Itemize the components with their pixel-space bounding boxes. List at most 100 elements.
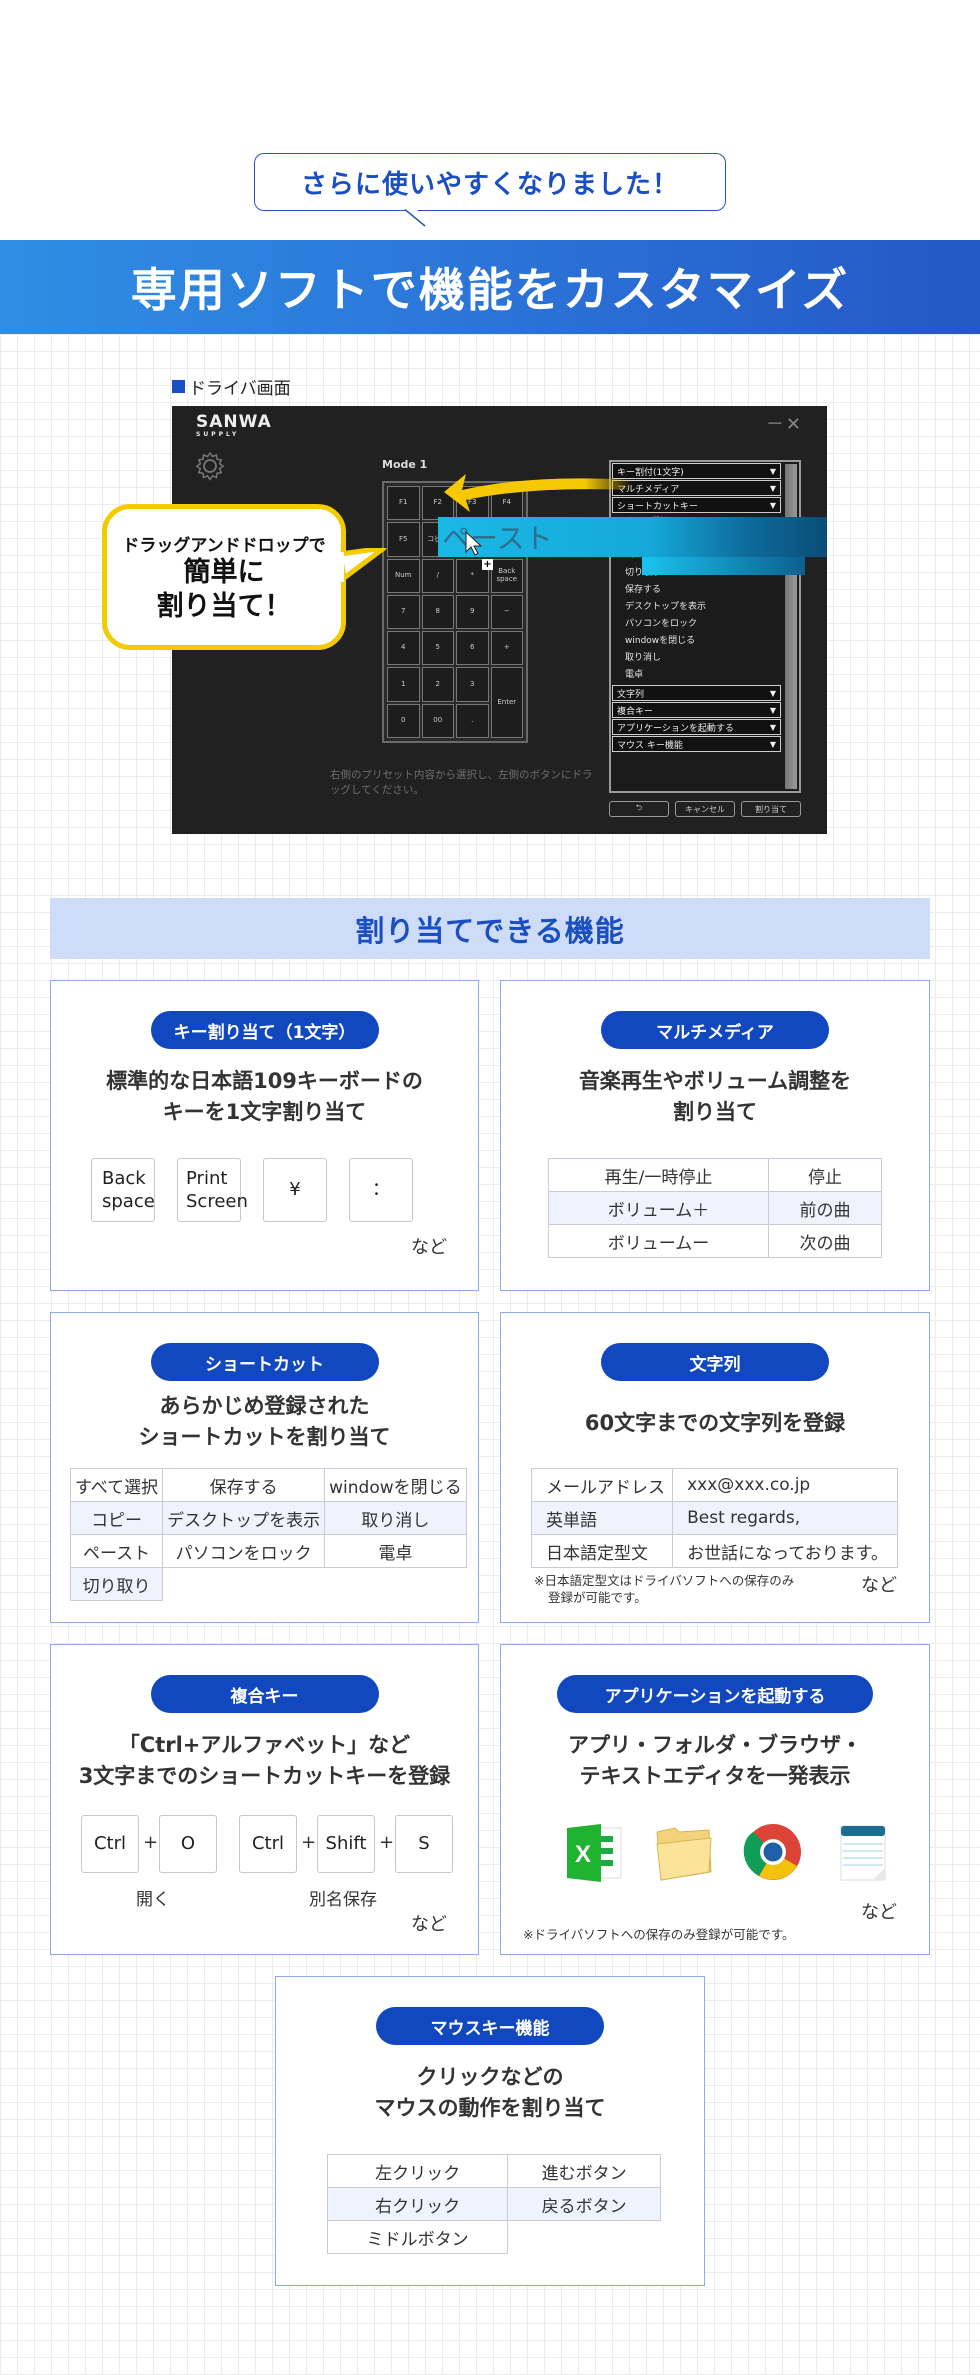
preset-item[interactable]: パソコンをロック [611, 616, 799, 633]
dropdown-arrow-icon[interactable]: ▼ [770, 501, 776, 510]
preset-item[interactable]: 保存する [611, 582, 799, 599]
gear-icon[interactable] [194, 450, 226, 482]
dropdown-arrow-icon[interactable]: ▼ [770, 740, 776, 749]
keycap-colon: ： [349, 1158, 413, 1222]
dragged-item[interactable]: ペースト [438, 517, 827, 557]
keypad-key-/[interactable]: / [421, 558, 454, 593]
table-cell: 戻るボタン [507, 2187, 661, 2221]
keypad-key-+[interactable]: + [490, 631, 523, 666]
drop-plus-icon: + [482, 558, 493, 570]
cancel-button[interactable]: キャンセル [675, 801, 735, 817]
keypad-key-1[interactable]: 1 [387, 667, 420, 702]
etc-label: など [411, 1237, 447, 1258]
window-controls[interactable]: －✕ [766, 410, 803, 436]
preset-category[interactable]: ショートカットキー ▼ [612, 497, 781, 513]
multimedia-table: 再生/一時停止 停止 ボリューム＋ 前の曲 ボリュームー 次の曲 [548, 1158, 883, 1258]
table-row: ボリューム＋ 前の曲 [548, 1191, 883, 1225]
keypad-key-num[interactable]: Num [387, 558, 420, 593]
etc-label: など [411, 1914, 447, 1935]
preset-panel: キー割付(1文字)▼マルチメディア▼ショートカットキー▼ すべて選択コピーペース… [609, 460, 801, 793]
dropdown-arrow-icon[interactable]: ▼ [770, 706, 776, 715]
dropdown-arrow-icon[interactable]: ▼ [770, 689, 776, 698]
table-row: コピー デスクトップを表示 取り消し [69, 1501, 467, 1535]
card-shortcut: ショートカット あらかじめ登録された ショートカットを割り当て すべて選択 保存す… [50, 1312, 479, 1623]
notepad-icon [840, 1825, 886, 1881]
keycap-backspace: Back space [91, 1158, 155, 1222]
table-cell: 右クリック [326, 2187, 509, 2221]
table-cell: xxx@xxx.co.jp [672, 1468, 898, 1502]
plus-sign: + [143, 1832, 159, 1853]
keypad-key-7[interactable]: 7 [387, 594, 420, 630]
preset-category[interactable]: マウス キー機能 ▼ [612, 736, 781, 752]
table-row: 切り取り [69, 1567, 467, 1601]
category-label: マウス キー機能 [617, 740, 683, 751]
preset-item[interactable]: 取り消し [611, 650, 799, 667]
square-bullet-icon [172, 380, 185, 393]
keypad-key-4[interactable]: 4 [387, 631, 420, 666]
keypad-key-f5[interactable]: F5 [387, 522, 420, 557]
pill-combo-key: 複合キー [150, 1675, 379, 1713]
keypad-key-.[interactable]: . [456, 703, 489, 738]
table-cell: 前の曲 [767, 1191, 883, 1225]
mode-label: Mode 1 [382, 458, 428, 471]
keypad-key-enter[interactable]: Enter [490, 667, 523, 738]
table-cell: 取り消し [324, 1501, 467, 1535]
card-title: アプリ・フォルダ・ブラウザ・ テキストエディタを一発表示 [568, 1733, 862, 1788]
keypad-key-3[interactable]: 3 [456, 667, 489, 702]
preset-category[interactable]: 文字列 ▼ [612, 685, 781, 701]
undo-button[interactable]: ⮌ [609, 801, 669, 817]
keypad-key-9[interactable]: 9 [456, 594, 489, 630]
dropdown-arrow-icon[interactable]: ▼ [770, 467, 776, 476]
keypad-key-back-space[interactable]: Back space [490, 558, 523, 593]
preset-item[interactable]: windowを閉じる [611, 633, 799, 650]
card-combo-key: 複合キー 「Ctrl+アルファベット」など 3文字までのショートカットキーを登録… [50, 1644, 479, 1955]
keypad-key-6[interactable]: 6 [456, 631, 489, 666]
keypad-key-0[interactable]: 0 [387, 703, 420, 738]
svg-text:X: X [575, 1841, 591, 1868]
assign-button[interactable]: 割り当て [741, 801, 801, 817]
drag-arrow-icon [444, 474, 632, 512]
panel-scrollbar[interactable] [785, 464, 797, 789]
preset-item[interactable]: デスクトップを表示 [611, 599, 799, 616]
keypad-key-5[interactable]: 5 [421, 631, 454, 666]
preset-category[interactable]: マルチメディア ▼ [612, 480, 781, 496]
table-row: メールアドレス xxx@xxx.co.jp [530, 1468, 898, 1502]
driver-label-text: ドライバ画面 [189, 379, 291, 399]
shortcut-table: すべて選択 保存する windowを閉じる コピー デスクトップを表示 取り消し ペーストパ… [69, 1468, 467, 1601]
keypad-key-8[interactable]: 8 [421, 594, 454, 630]
table-cell: Best regards, [672, 1501, 898, 1535]
bubble-line3: 割り当て！ [156, 590, 292, 622]
table-cell: お世話になっております。 [672, 1534, 898, 1568]
mouse-cursor-icon [465, 531, 483, 556]
table-cell: コピー [69, 1501, 164, 1535]
driver-hint-text: 右側のプリセット内容から選択し、左側のボタンにドラッグしてください。 [330, 769, 593, 797]
driver-section-label: ドライバ画面 [172, 374, 291, 399]
keycap-ctrl: Ctrl [239, 1815, 297, 1873]
keypad-key-f1[interactable]: F1 [387, 486, 420, 521]
preset-category[interactable]: アプリケーションを起動する ▼ [612, 719, 781, 735]
dropdown-arrow-icon[interactable]: ▼ [770, 723, 776, 732]
dropdown-arrow-icon[interactable]: ▼ [770, 484, 776, 493]
folder-icon [656, 1827, 712, 1881]
chrome-icon [743, 1824, 801, 1880]
category-label: 文字列 [617, 689, 645, 700]
page-banner: 専用ソフトで機能をカスタマイズ [0, 240, 980, 334]
table-cell: ペースト [69, 1534, 164, 1568]
keypad-key-2[interactable]: 2 [421, 667, 454, 702]
preset-category[interactable]: 複合キー ▼ [612, 702, 781, 718]
preset-category[interactable]: キー割付(1文字) ▼ [612, 463, 781, 479]
table-cell: 電卓 [324, 1534, 467, 1568]
card-title: 「Ctrl+アルファベット」など 3文字までのショートカットキーを登録 [78, 1733, 451, 1788]
callout-text: さらに使いやすくなりました！ [300, 169, 679, 200]
keypad-key-−[interactable]: − [490, 594, 523, 630]
preset-item[interactable]: 電卓 [611, 667, 799, 684]
plus-sign: + [379, 1832, 395, 1853]
table-cell [163, 1568, 325, 1601]
bubble-line2: 簡単に [183, 556, 265, 588]
keypad-key-00[interactable]: 00 [421, 703, 454, 738]
table-cell: 左クリック [326, 2154, 509, 2188]
table-row: 右クリック 戻るボタン [326, 2187, 661, 2221]
driver-button-row: ⮌ キャンセル 割り当て [609, 801, 801, 817]
keycap-printscreen: Print Screen [177, 1158, 248, 1222]
bubble-line1: ドラッグアンドドロップで [122, 535, 326, 556]
